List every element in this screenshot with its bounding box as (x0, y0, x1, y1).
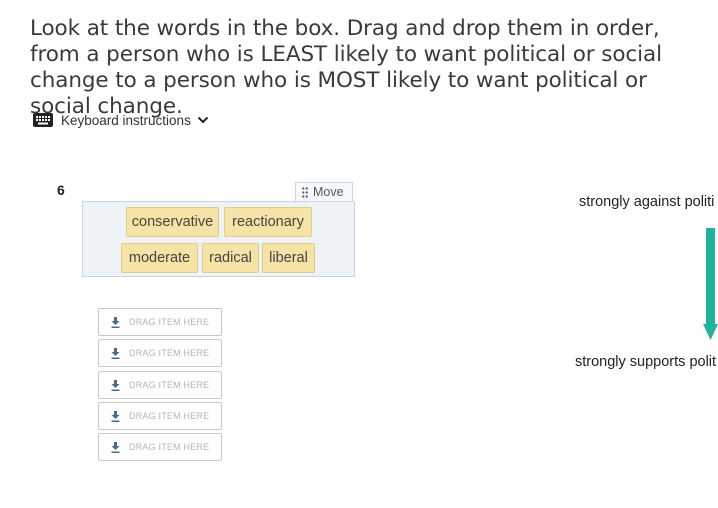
download-arrow-icon (111, 441, 120, 453)
tile-liberal[interactable]: liberal (262, 243, 315, 273)
keyboard-instructions-toggle[interactable]: Keyboard instructions (33, 111, 209, 129)
drop-zone-label: DRAG ITEM HERE (129, 442, 210, 452)
question-number: 6 (57, 182, 65, 198)
move-handle[interactable]: Move (295, 182, 353, 202)
keyboard-instructions-label: Keyboard instructions (61, 112, 191, 128)
tile-radical[interactable]: radical (202, 243, 259, 273)
question-text: Look at the words in the box. Drag and d… (30, 16, 662, 119)
drop-zone-label: DRAG ITEM HERE (129, 380, 210, 390)
drop-zone-label: DRAG ITEM HERE (129, 348, 210, 358)
drop-zone-3[interactable]: DRAG ITEM HERE (98, 371, 222, 399)
drop-zone-4[interactable]: DRAG ITEM HERE (98, 402, 222, 430)
tile-conservative[interactable]: conservative (126, 207, 219, 237)
download-arrow-icon (111, 316, 120, 328)
download-arrow-icon (111, 410, 120, 422)
scale-top-label: strongly against politi (579, 194, 715, 210)
tile-reactionary[interactable]: reactionary (224, 207, 312, 237)
drop-zone-1[interactable]: DRAG ITEM HERE (98, 308, 222, 336)
scale-arrow-down-icon (703, 228, 718, 340)
drop-zone-5[interactable]: DRAG ITEM HERE (98, 433, 222, 461)
scale-bottom-label: strongly supports polit (575, 354, 717, 370)
tile-moderate[interactable]: moderate (121, 243, 198, 273)
drop-zone-2[interactable]: DRAG ITEM HERE (98, 339, 222, 367)
chevron-down-icon (197, 116, 209, 124)
drop-zone-label: DRAG ITEM HERE (129, 411, 210, 421)
keyboard-icon (33, 113, 53, 127)
download-arrow-icon (111, 379, 120, 391)
grip-icon (302, 186, 308, 198)
move-label: Move (313, 185, 344, 199)
drop-zone-label: DRAG ITEM HERE (129, 317, 210, 327)
download-arrow-icon (111, 347, 120, 359)
